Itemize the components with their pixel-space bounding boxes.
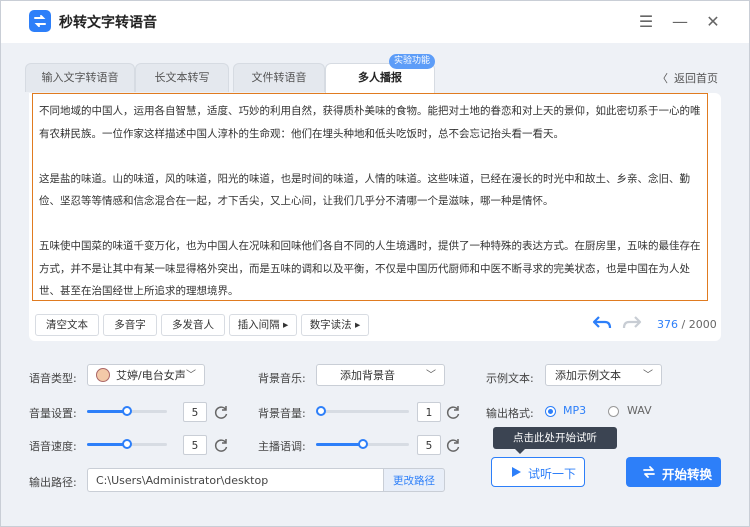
convert-icon xyxy=(643,466,655,478)
text-editor[interactable]: 不同地域的中国人，运用各自智慧，适度、巧妙的利用自然，获得质朴美味的食物。能把对… xyxy=(32,93,708,301)
reset-icon[interactable] xyxy=(445,437,461,453)
editor-paragraph: 这是盐的味道。山的味道，风的味道，阳光的味道，也是时间的味道，人情的味道。这些味… xyxy=(39,172,690,208)
char-count-separator: / xyxy=(678,318,689,331)
output-path-input[interactable]: C:\Users\Administrator\desktop xyxy=(87,468,383,492)
bg-volume-label: 背景音量: xyxy=(258,407,306,420)
back-home-label: 返回首页 xyxy=(674,72,718,85)
tone-value[interactable]: 5 xyxy=(417,435,441,455)
output-path-label: 输出路径: xyxy=(29,476,77,489)
insert-pause-button[interactable]: 插入间隔 ▸ xyxy=(229,314,297,336)
sample-text-select[interactable]: 添加示例文本 ﹀ xyxy=(545,364,662,386)
tab-file-to-speech[interactable]: 文件转语音 xyxy=(233,63,325,92)
editor-paragraph: 不同地域的中国人，运用各自智慧，适度、巧妙的利用自然，获得质朴美味的食物。能把对… xyxy=(39,105,701,140)
start-convert-button[interactable]: 开始转换 xyxy=(626,457,721,487)
reset-icon[interactable] xyxy=(445,404,461,420)
bg-music-label: 背景音乐: xyxy=(258,372,306,385)
app-window: 秒转文字转语音 ☰ — ✕ 输入文字转语音 长文本转写 文件转语音 多人播报 实… xyxy=(0,0,750,527)
speed-value[interactable]: 5 xyxy=(183,435,207,455)
bg-music-select[interactable]: 添加背景音 ﹀ xyxy=(316,364,445,386)
voice-type-label: 语音类型: xyxy=(29,372,77,385)
slider-handle[interactable] xyxy=(316,406,326,416)
chevron-left-icon: 〈 xyxy=(657,72,668,85)
output-format-label: 输出格式: xyxy=(486,407,534,420)
sample-text-label: 示例文本: xyxy=(486,372,534,385)
tone-label: 主播语调: xyxy=(258,440,306,453)
speed-label: 语音速度: xyxy=(29,440,77,453)
chevron-down-icon: ﹀ xyxy=(186,370,196,381)
speed-slider[interactable] xyxy=(87,437,167,451)
number-reading-button[interactable]: 数字读法 ▸ xyxy=(301,314,369,336)
play-icon xyxy=(512,467,521,477)
minimize-button[interactable]: — xyxy=(669,11,691,33)
preview-button-label: 试听一下 xyxy=(528,467,577,481)
multi-speaker-button[interactable]: 多发音人 xyxy=(161,314,225,336)
change-path-button[interactable]: 更改路径 xyxy=(383,468,445,492)
tab-long-text[interactable]: 长文本转写 xyxy=(135,63,229,92)
slider-handle[interactable] xyxy=(357,439,368,449)
chevron-down-icon: ﹀ xyxy=(643,370,653,381)
reset-icon[interactable] xyxy=(213,404,229,420)
app-logo-icon xyxy=(29,10,51,32)
chevron-down-icon: ﹀ xyxy=(426,370,436,381)
bg-music-value: 添加背景音 xyxy=(340,369,395,382)
bg-volume-value[interactable]: 1 xyxy=(417,402,441,422)
char-count-max: 2000 xyxy=(688,318,717,331)
volume-label: 音量设置: xyxy=(29,407,77,420)
wav-label: WAV xyxy=(627,404,652,417)
redo-icon[interactable] xyxy=(622,315,642,331)
char-counter: 376 / 2000 xyxy=(657,318,717,331)
volume-value[interactable]: 5 xyxy=(183,402,207,422)
editor-paragraph: 五味使中国菜的味道千变万化，也为中国人在况味和回味他们各自不同的人生境遇时，提供… xyxy=(39,240,701,297)
mp3-radio[interactable] xyxy=(545,406,556,417)
back-home-link[interactable]: 〈返回首页 xyxy=(657,70,718,86)
clear-text-button[interactable]: 清空文本 xyxy=(35,314,99,336)
wav-radio[interactable] xyxy=(608,406,619,417)
preview-button[interactable]: 试听一下 xyxy=(491,457,585,487)
experimental-badge: 实验功能 xyxy=(389,54,435,69)
app-title: 秒转文字转语音 xyxy=(59,15,157,31)
convert-button-label: 开始转换 xyxy=(662,467,713,482)
voice-type-select[interactable]: 艾婷/电台女声 ﹀ xyxy=(87,364,205,386)
voice-type-value: 艾婷/电台女声 xyxy=(116,369,186,382)
slider-handle[interactable] xyxy=(122,439,132,449)
undo-icon[interactable] xyxy=(592,315,612,331)
sample-text-value: 添加示例文本 xyxy=(555,369,621,382)
tab-text-to-speech[interactable]: 输入文字转语音 xyxy=(25,63,135,92)
menu-icon[interactable]: ☰ xyxy=(635,11,657,33)
close-button[interactable]: ✕ xyxy=(702,11,724,33)
volume-slider[interactable] xyxy=(87,404,167,418)
bg-volume-slider[interactable] xyxy=(316,404,409,418)
char-count-current: 376 xyxy=(657,318,678,331)
avatar xyxy=(96,368,110,382)
tone-slider[interactable] xyxy=(316,437,409,451)
editor-panel: 不同地域的中国人，运用各自智慧，适度、巧妙的利用自然，获得质朴美味的食物。能把对… xyxy=(29,93,721,341)
title-bar: 秒转文字转语音 ☰ — ✕ xyxy=(1,1,749,43)
preview-tooltip: 点击此处开始试听 xyxy=(493,427,617,454)
slider-handle[interactable] xyxy=(122,406,132,416)
mp3-label: MP3 xyxy=(563,404,587,417)
reset-icon[interactable] xyxy=(213,437,229,453)
polyphone-button[interactable]: 多音字 xyxy=(103,314,157,336)
